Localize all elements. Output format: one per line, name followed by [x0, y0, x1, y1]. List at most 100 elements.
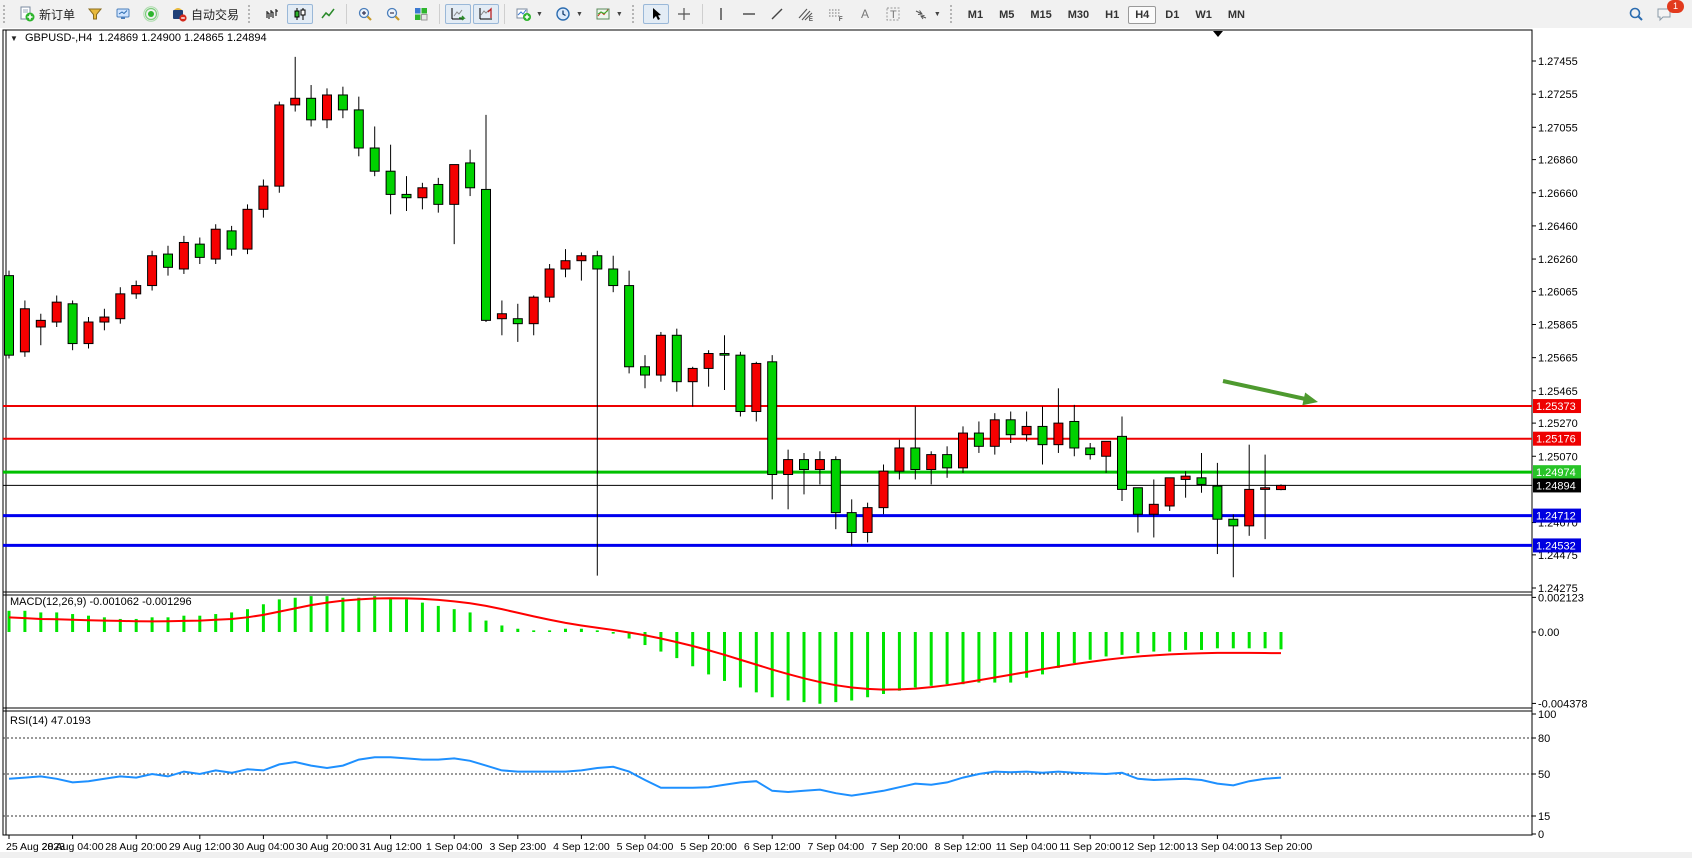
candle: [482, 189, 491, 320]
trendline-button[interactable]: [764, 4, 790, 24]
candle: [831, 460, 840, 513]
candle: [132, 286, 141, 294]
close-value: 1.24894: [227, 32, 267, 44]
chart-canvas[interactable]: 1.274551.272551.270551.268601.266601.264…: [0, 28, 1692, 858]
vertical-line-button[interactable]: [708, 4, 734, 24]
navigator-icon: [143, 6, 159, 22]
tile-windows-button[interactable]: [408, 4, 434, 24]
toolbar-grip: [950, 5, 957, 23]
candlestick-button[interactable]: [287, 4, 313, 24]
line-chart-button[interactable]: [315, 4, 341, 24]
profiles-button[interactable]: [82, 4, 108, 24]
timeframe-H4[interactable]: H4: [1128, 6, 1156, 24]
navigator-button[interactable]: [138, 4, 164, 24]
candle: [370, 148, 379, 171]
candle: [529, 297, 538, 324]
chevron-down-icon: ▼: [934, 11, 941, 18]
text-button[interactable]: A: [852, 4, 878, 24]
candle: [5, 276, 14, 356]
candle: [466, 163, 475, 188]
auto-scroll-button[interactable]: [445, 4, 471, 24]
timeframe-M1[interactable]: M1: [961, 6, 990, 24]
macd-indicator-label: MACD(12,26,9) -0.001062 -0.001296: [10, 596, 192, 608]
candle: [148, 256, 157, 286]
notifications-button[interactable]: 1: [1651, 4, 1678, 24]
price-badge-label: 1.25176: [1536, 434, 1576, 446]
indicators-button[interactable]: ▼: [510, 4, 548, 24]
candle: [1102, 441, 1111, 456]
market-watch-button[interactable]: [110, 4, 136, 24]
timeframe-M5[interactable]: M5: [992, 6, 1021, 24]
chevron-down-icon[interactable]: ▼: [10, 34, 18, 43]
symbol-period-label: GBPUSD-,H4: [25, 32, 92, 44]
line-chart-icon: [320, 6, 336, 22]
candle: [1229, 519, 1238, 526]
cursor-icon: [648, 6, 664, 22]
templates-button[interactable]: ▼: [590, 4, 628, 24]
candlestick-icon: [292, 6, 308, 22]
chart-area[interactable]: 1.274551.272551.270551.268601.266601.264…: [0, 28, 1692, 858]
new-order-label: 新订单: [39, 6, 75, 23]
candle: [418, 188, 427, 198]
chart-shift-button[interactable]: [473, 4, 499, 24]
periods-icon: [555, 6, 571, 22]
svg-text:A: A: [861, 7, 869, 21]
candle: [1118, 436, 1127, 489]
price-axis-label: 1.26460: [1538, 221, 1578, 233]
candle: [561, 261, 570, 269]
horizontal-line-button[interactable]: [736, 4, 762, 24]
svg-text:E: E: [809, 17, 813, 22]
timeframe-M15[interactable]: M15: [1023, 6, 1058, 24]
candle: [338, 95, 347, 110]
price-axis-label: 1.25865: [1538, 320, 1578, 332]
candle: [577, 256, 586, 261]
arrows-button[interactable]: ▼: [908, 4, 946, 24]
label-icon: T: [885, 6, 901, 22]
bar-chart-button[interactable]: [259, 4, 285, 24]
equidistant-channel-button[interactable]: E: [792, 4, 820, 24]
cursor-button[interactable]: [643, 4, 669, 24]
candle: [1086, 448, 1095, 455]
candle: [911, 448, 920, 470]
timeframe-MN[interactable]: MN: [1221, 6, 1252, 24]
candle: [354, 110, 363, 148]
arrows-icon: [913, 6, 929, 22]
price-axis-label: 1.26660: [1538, 188, 1578, 200]
timeframe-M30[interactable]: M30: [1061, 6, 1096, 24]
auto-trading-button[interactable]: 自动交易: [166, 4, 244, 24]
candle: [1213, 486, 1222, 519]
candle: [36, 320, 45, 327]
candle: [1165, 478, 1174, 506]
profiles-icon: [87, 6, 103, 22]
zoom-out-button[interactable]: [380, 4, 406, 24]
timeframe-D1[interactable]: D1: [1158, 6, 1186, 24]
timeframe-H1[interactable]: H1: [1098, 6, 1126, 24]
toolbar-separator: [504, 4, 505, 24]
toolbar-separator: [346, 4, 347, 24]
auto-trading-label: 自动交易: [191, 6, 239, 23]
candle: [450, 165, 459, 205]
candle: [688, 368, 697, 381]
candle: [768, 362, 777, 475]
candle: [402, 194, 411, 197]
candle: [656, 335, 665, 375]
price-axis-label: 1.25665: [1538, 353, 1578, 365]
candle: [497, 314, 506, 319]
candle: [1149, 504, 1158, 514]
timeframe-W1[interactable]: W1: [1188, 6, 1219, 24]
chevron-down-icon: ▼: [576, 11, 583, 18]
toolbar: 新订单 自动: [0, 0, 1692, 29]
zoom-in-button[interactable]: [352, 4, 378, 24]
price-axis-label: 1.26860: [1538, 155, 1578, 167]
tile-windows-icon: [413, 6, 429, 22]
price-badge-label: 1.24532: [1536, 540, 1576, 552]
crosshair-button[interactable]: [671, 4, 697, 24]
toolbar-grip: [248, 5, 255, 23]
text-label-button[interactable]: T: [880, 4, 906, 24]
macd-axis-label: 0.002123: [1538, 592, 1584, 604]
search-button[interactable]: [1623, 4, 1649, 24]
candle: [195, 244, 204, 257]
fibonacci-button[interactable]: F: [822, 4, 850, 24]
new-order-button[interactable]: 新订单: [14, 4, 80, 24]
periods-button[interactable]: ▼: [550, 4, 588, 24]
